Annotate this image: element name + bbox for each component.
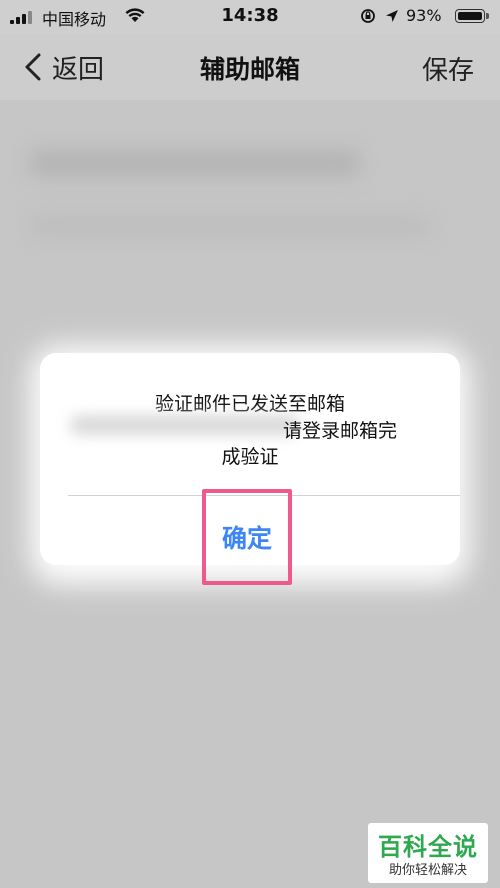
watermark-subtitle: 助你轻松解决 xyxy=(388,863,467,878)
watermark-title: 百科全说 xyxy=(378,833,478,861)
dialog-message-line-3: 成验证 xyxy=(221,446,279,468)
battery-percent: 93% xyxy=(406,6,442,25)
alert-dialog: 验证邮件已发送至邮箱 请登录邮箱完 成验证 确定 xyxy=(40,353,460,585)
rotation-lock-icon xyxy=(361,9,375,23)
save-button[interactable]: 保存 xyxy=(422,50,474,87)
dialog-message-line-1: 验证邮件已发送至邮箱 xyxy=(154,393,345,415)
battery-icon xyxy=(455,9,489,23)
status-bar: 中国移动 14:38 93% xyxy=(0,0,500,34)
blurred-content xyxy=(30,150,360,176)
dialog-message-line-2: 请登录邮箱完 xyxy=(282,420,397,442)
location-icon xyxy=(386,10,398,22)
watermark-logo: 百科全说 助你轻松解决 xyxy=(368,823,488,883)
confirm-button[interactable]: 确定 xyxy=(202,489,292,585)
blurred-content xyxy=(30,215,430,237)
navigation-bar: 返回 辅助邮箱 保存 xyxy=(0,34,500,100)
